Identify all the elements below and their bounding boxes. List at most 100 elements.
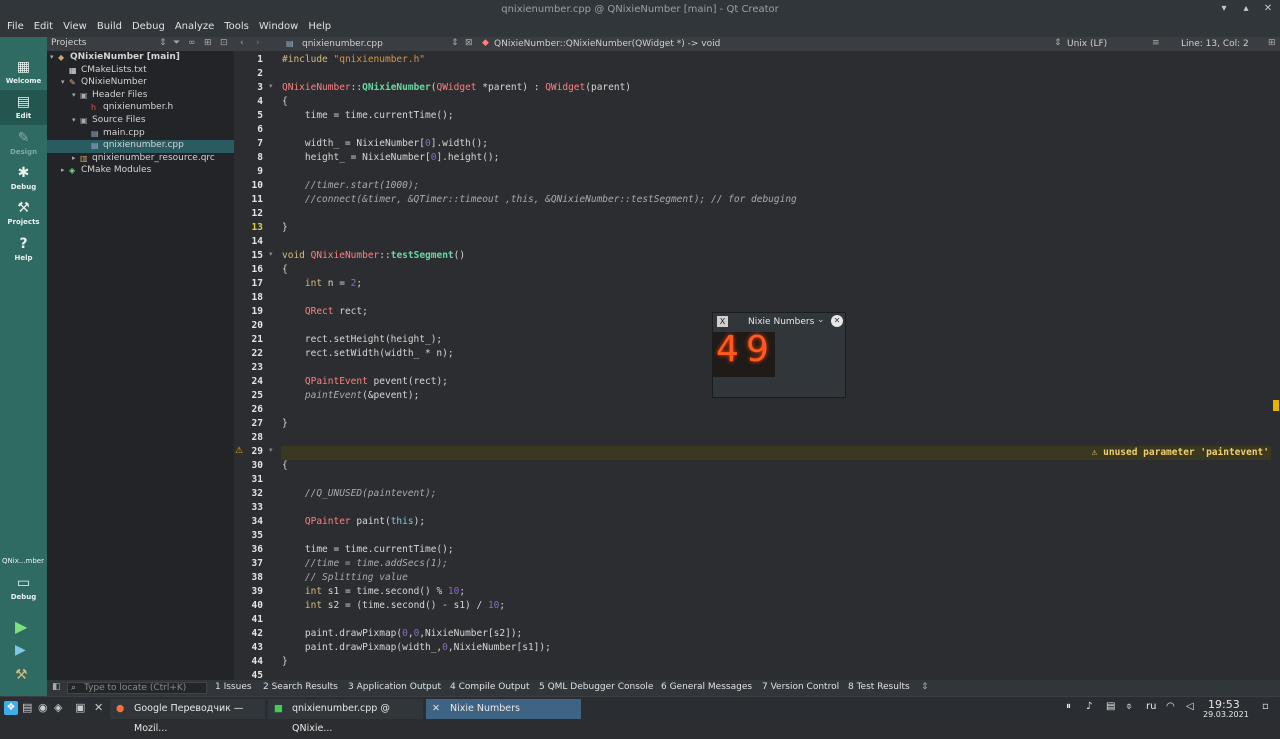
menu-debug[interactable]: Debug bbox=[127, 19, 170, 37]
code-line[interactable]: QNixieNumber::QNixieNumber(QWidget *pare… bbox=[282, 82, 631, 93]
code-line[interactable]: } bbox=[282, 222, 288, 233]
more-tabs-icon[interactable]: ⇕ bbox=[921, 682, 929, 692]
tab-qml-debugger[interactable]: 5 QML Debugger Console bbox=[539, 682, 653, 692]
code-line[interactable]: QRect rect; bbox=[282, 306, 368, 317]
tab-compile-output[interactable]: 4 Compile Output bbox=[450, 682, 530, 692]
code-line[interactable]: //timer.start(1000); bbox=[282, 180, 419, 191]
mode-edit[interactable]: ▤ Edit bbox=[0, 90, 47, 125]
tree-item[interactable]: ▾ ◆ QNixieNumber [main] bbox=[47, 52, 234, 65]
build-icon[interactable]: ⚒ bbox=[15, 667, 28, 683]
toggle-sidebar-icon[interactable]: ◧ bbox=[52, 682, 61, 692]
forward-icon[interactable]: › bbox=[256, 38, 260, 48]
tree-item[interactable]: ▸ ◈ CMake Modules bbox=[47, 165, 234, 178]
code-line[interactable]: paintEvent(&pevent); bbox=[282, 390, 419, 401]
kit-selector[interactable]: ▭ Debug bbox=[0, 571, 47, 606]
code-line[interactable]: time = time.currentTime(); bbox=[282, 110, 454, 121]
file-tab[interactable]: qnixienumber.cpp bbox=[302, 39, 383, 49]
split-editor-icon[interactable]: ⊞ bbox=[1268, 38, 1276, 48]
cursor-position[interactable]: Line: 13, Col: 2 bbox=[1181, 39, 1249, 49]
mode-design[interactable]: ✎ Design bbox=[0, 126, 47, 161]
menu-edit[interactable]: Edit bbox=[29, 19, 58, 37]
code-line[interactable]: int s2 = (time.second() - s1) / 10; bbox=[282, 600, 505, 611]
tree-item[interactable]: ▸ ▥ qnixienumber_resource.qrc bbox=[47, 153, 234, 166]
code-line[interactable]: rect.setHeight(height_); bbox=[282, 334, 442, 345]
maximize-icon[interactable]: ▴ bbox=[1240, 3, 1252, 15]
symbol-selector[interactable]: QNixieNumber::QNixieNumber(QWidget *) ->… bbox=[494, 39, 720, 49]
line-ending[interactable]: Unix (LF) bbox=[1067, 39, 1107, 49]
tab-test-results[interactable]: 8 Test Results bbox=[848, 682, 910, 692]
mode-projects[interactable]: ⚒ Projects bbox=[0, 196, 47, 231]
menu-build[interactable]: Build bbox=[92, 19, 127, 37]
close-icon[interactable]: ✕ bbox=[1262, 3, 1274, 15]
language-indicator[interactable]: ru bbox=[1146, 701, 1156, 712]
tree-item[interactable]: ▾ ▣ Header Files bbox=[47, 90, 234, 103]
task-qtcreator[interactable]: ■ qnixienumber.cpp @ QNixie... bbox=[268, 699, 423, 734]
tree-arrow-icon[interactable]: ▸ bbox=[61, 166, 69, 174]
code-line[interactable]: time = time.currentTime(); bbox=[282, 544, 454, 555]
tree-arrow-icon[interactable]: ▾ bbox=[61, 78, 69, 86]
code-line[interactable]: QPainter paint(this); bbox=[282, 516, 425, 527]
menu-analyze[interactable]: Analyze bbox=[170, 19, 219, 37]
code-line[interactable]: paint.drawPixmap(0,0,NixieNumber[s2]); bbox=[282, 628, 522, 639]
code-line[interactable]: { bbox=[282, 460, 288, 471]
tab-general-messages[interactable]: 6 General Messages bbox=[661, 682, 752, 692]
back-icon[interactable]: ‹ bbox=[240, 38, 244, 48]
list-icon[interactable]: ≡ bbox=[1152, 38, 1160, 48]
run-icon[interactable]: ▶ bbox=[15, 617, 27, 636]
menu-tools[interactable]: Tools bbox=[219, 19, 254, 37]
app-launcher-icon[interactable]: ❖ bbox=[4, 701, 18, 715]
minimize-icon[interactable]: ▾ bbox=[1218, 3, 1230, 15]
pause-icon[interactable]: ⏸ bbox=[1066, 701, 1071, 712]
view-select-icon[interactable]: ⇕ bbox=[159, 38, 167, 48]
tree-item[interactable]: ▤ main.cpp bbox=[47, 128, 234, 141]
tree-arrow-icon[interactable]: ▾ bbox=[72, 116, 80, 124]
mode-help[interactable]: ? Help bbox=[0, 232, 47, 267]
fold-marker-icon[interactable]: ▾ bbox=[269, 446, 273, 454]
files-icon[interactable]: ▤ bbox=[22, 701, 32, 714]
tab-version-control[interactable]: 7 Version Control bbox=[762, 682, 839, 692]
editor-scrollbar[interactable] bbox=[1271, 51, 1280, 680]
link-icon[interactable]: ∞ bbox=[188, 38, 196, 48]
code-line[interactable]: int n = 2; bbox=[282, 278, 362, 289]
audio-icon[interactable]: ♪ bbox=[1086, 701, 1092, 712]
x-icon[interactable]: ✕ bbox=[94, 701, 103, 714]
code-line[interactable]: rect.setWidth(width_ * n); bbox=[282, 348, 454, 359]
terminal-icon[interactable]: ▣ bbox=[75, 701, 85, 714]
code-line[interactable]: { bbox=[282, 96, 288, 107]
code-line[interactable]: //time = time.addSecs(1); bbox=[282, 558, 448, 569]
tree-item[interactable]: ▾ ▣ Source Files bbox=[47, 115, 234, 128]
chat-icon[interactable]: ◉ bbox=[38, 701, 48, 714]
menu-view[interactable]: View bbox=[58, 19, 92, 37]
volume-icon[interactable]: ◁ bbox=[1186, 701, 1194, 712]
mode-welcome[interactable]: ▦ Welcome bbox=[0, 55, 47, 90]
locator-input[interactable]: ⌕ Type to locate (Ctrl+K) bbox=[67, 682, 207, 694]
symbol-select-icon[interactable]: ⇕ bbox=[1054, 38, 1062, 48]
tree-arrow-icon[interactable]: ▸ bbox=[72, 154, 80, 162]
code-line[interactable]: #include "qnixienumber.h" bbox=[282, 54, 425, 65]
clock-date[interactable]: 29.03.2021 bbox=[1203, 710, 1249, 719]
qt-icon[interactable]: ◈ bbox=[54, 701, 62, 714]
fold-marker-icon[interactable]: ▾ bbox=[269, 250, 273, 258]
code-line[interactable]: } bbox=[282, 418, 288, 429]
code-line[interactable]: //connect(&timer, &QTimer::timeout ,this… bbox=[282, 194, 797, 205]
code-line[interactable]: int s1 = time.second() % 10; bbox=[282, 586, 465, 597]
debug-run-icon[interactable]: ▶ bbox=[15, 642, 26, 658]
code-line[interactable]: { bbox=[282, 264, 288, 275]
mode-debug[interactable]: ✱ Debug bbox=[0, 161, 47, 196]
chevron-down-icon[interactable]: ⌄ bbox=[817, 315, 825, 325]
tree-item[interactable]: ▾ ✎ QNixieNumber bbox=[47, 77, 234, 90]
split-icon[interactable]: ⊞ bbox=[204, 38, 212, 48]
wifi-icon[interactable]: ◠ bbox=[1166, 701, 1175, 712]
close-pane-icon[interactable]: ⊡ bbox=[220, 38, 228, 48]
file-select-icon[interactable]: ⇕ bbox=[451, 38, 459, 48]
code-line[interactable]: void QNixieNumber::testSegment() bbox=[282, 250, 465, 261]
close-file-icon[interactable]: ⊠ bbox=[465, 38, 473, 48]
usb-icon[interactable]: ⌽ bbox=[1126, 701, 1132, 712]
tab-application-output[interactable]: 3 Application Output bbox=[348, 682, 441, 692]
nixie-window[interactable]: X Nixie Numbers ⌄ ✕ 4 9 bbox=[712, 312, 846, 398]
code-line[interactable]: //Q_UNUSED(paintevent); bbox=[282, 488, 437, 499]
tab-search-results[interactable]: 2 Search Results bbox=[263, 682, 338, 692]
code-line[interactable]: paint.drawPixmap(width_,0,NixieNumber[s1… bbox=[282, 642, 551, 653]
tree-item[interactable]: h qnixienumber.h bbox=[47, 102, 234, 115]
tree-arrow-icon[interactable]: ▾ bbox=[50, 53, 58, 61]
